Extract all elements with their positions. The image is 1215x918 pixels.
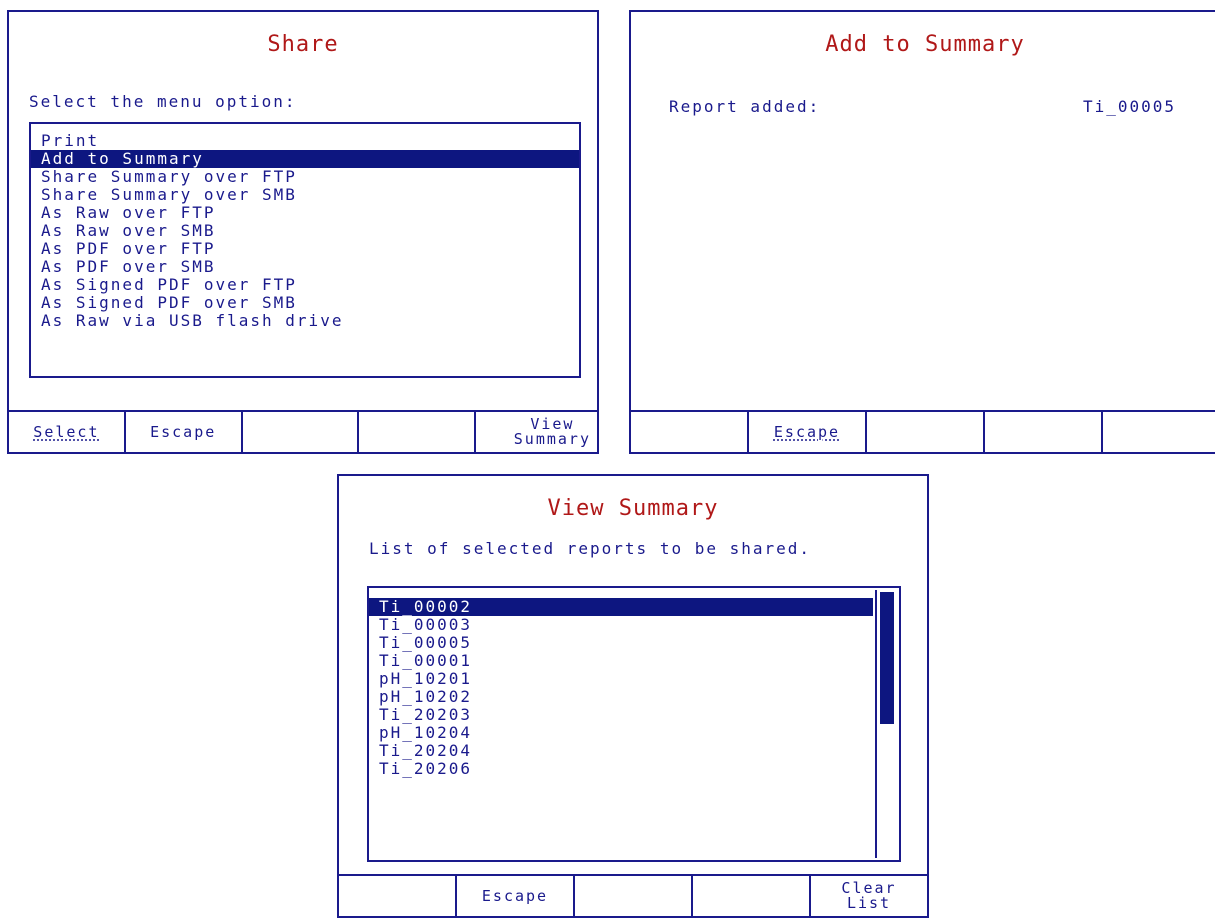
menu-item[interactable]: Print bbox=[31, 132, 579, 150]
select-softkey[interactable]: Select bbox=[9, 412, 126, 452]
menu-item[interactable]: Add to Summary bbox=[31, 150, 579, 168]
empty-softkey-3[interactable] bbox=[575, 876, 693, 916]
add-summary-screen: Add to Summary Report added: Ti_00005 Es… bbox=[629, 10, 1215, 454]
empty-softkey-4[interactable] bbox=[359, 412, 477, 452]
menu-item[interactable]: As Signed PDF over FTP bbox=[31, 276, 579, 294]
report-added-value: Ti_00005 bbox=[1083, 97, 1177, 116]
report-list-item[interactable]: pH_10204 bbox=[369, 724, 873, 742]
escape-softkey[interactable]: Escape bbox=[749, 412, 867, 452]
scrollbar-thumb[interactable] bbox=[880, 592, 894, 724]
report-list-item[interactable]: Ti_20206 bbox=[369, 760, 873, 778]
menu-item[interactable]: As Signed PDF over SMB bbox=[31, 294, 579, 312]
menu-item[interactable]: Share Summary over FTP bbox=[31, 168, 579, 186]
view-summary-softkey[interactable]: View Summary bbox=[476, 412, 597, 452]
add-summary-softkeys: Escape bbox=[631, 410, 1215, 452]
view-summary-description: List of selected reports to be shared. bbox=[369, 539, 812, 558]
view-summary-title: View Summary bbox=[547, 496, 719, 521]
report-list-scrollbar[interactable] bbox=[875, 590, 897, 858]
report-list-item[interactable]: Ti_00001 bbox=[369, 652, 873, 670]
report-added-label: Report added: bbox=[669, 97, 821, 116]
menu-item[interactable]: As Raw over FTP bbox=[31, 204, 579, 222]
report-list-item[interactable]: Ti_00003 bbox=[369, 616, 873, 634]
share-menu-list: Print Add to Summary Share Summary over FT… bbox=[29, 122, 581, 378]
empty-softkey-3[interactable] bbox=[243, 412, 360, 452]
menu-item[interactable]: As Raw via USB flash drive bbox=[31, 312, 579, 330]
empty-softkey-4[interactable] bbox=[693, 876, 811, 916]
empty-softkey-1[interactable] bbox=[631, 412, 749, 452]
menu-item[interactable]: As Raw over SMB bbox=[31, 222, 579, 240]
empty-softkey-3[interactable] bbox=[867, 412, 985, 452]
empty-softkey-1[interactable] bbox=[339, 876, 457, 916]
share-softkeys: Select Escape View Summary bbox=[9, 410, 597, 452]
clear-list-softkey[interactable]: Clear List bbox=[811, 876, 927, 916]
escape-softkey[interactable]: Escape bbox=[126, 412, 243, 452]
report-list-item[interactable]: pH_10202 bbox=[369, 688, 873, 706]
share-prompt: Select the menu option: bbox=[29, 92, 297, 111]
empty-softkey-4[interactable] bbox=[985, 412, 1103, 452]
report-list-item[interactable]: pH_10201 bbox=[369, 670, 873, 688]
share-screen: Share Select the menu option: Print Add t… bbox=[7, 10, 599, 454]
report-list: Ti_00002 Ti_00003 Ti_00005 Ti_00001 pH_10201… bbox=[367, 586, 901, 862]
report-list-item[interactable]: Ti_20204 bbox=[369, 742, 873, 760]
view-summary-softkeys: Escape Clear List bbox=[339, 874, 927, 916]
menu-item[interactable]: As PDF over SMB bbox=[31, 258, 579, 276]
report-list-item[interactable]: Ti_00005 bbox=[369, 634, 873, 652]
share-title: Share bbox=[267, 32, 339, 57]
menu-item[interactable]: Share Summary over SMB bbox=[31, 186, 579, 204]
view-summary-screen: View Summary List of selected reports to… bbox=[337, 474, 929, 918]
escape-softkey[interactable]: Escape bbox=[457, 876, 575, 916]
menu-item[interactable]: As PDF over FTP bbox=[31, 240, 579, 258]
empty-softkey-5[interactable] bbox=[1103, 412, 1215, 452]
add-summary-title: Add to Summary bbox=[825, 32, 1025, 57]
report-list-item[interactable]: Ti_00002 bbox=[369, 598, 873, 616]
report-list-item[interactable]: Ti_20203 bbox=[369, 706, 873, 724]
